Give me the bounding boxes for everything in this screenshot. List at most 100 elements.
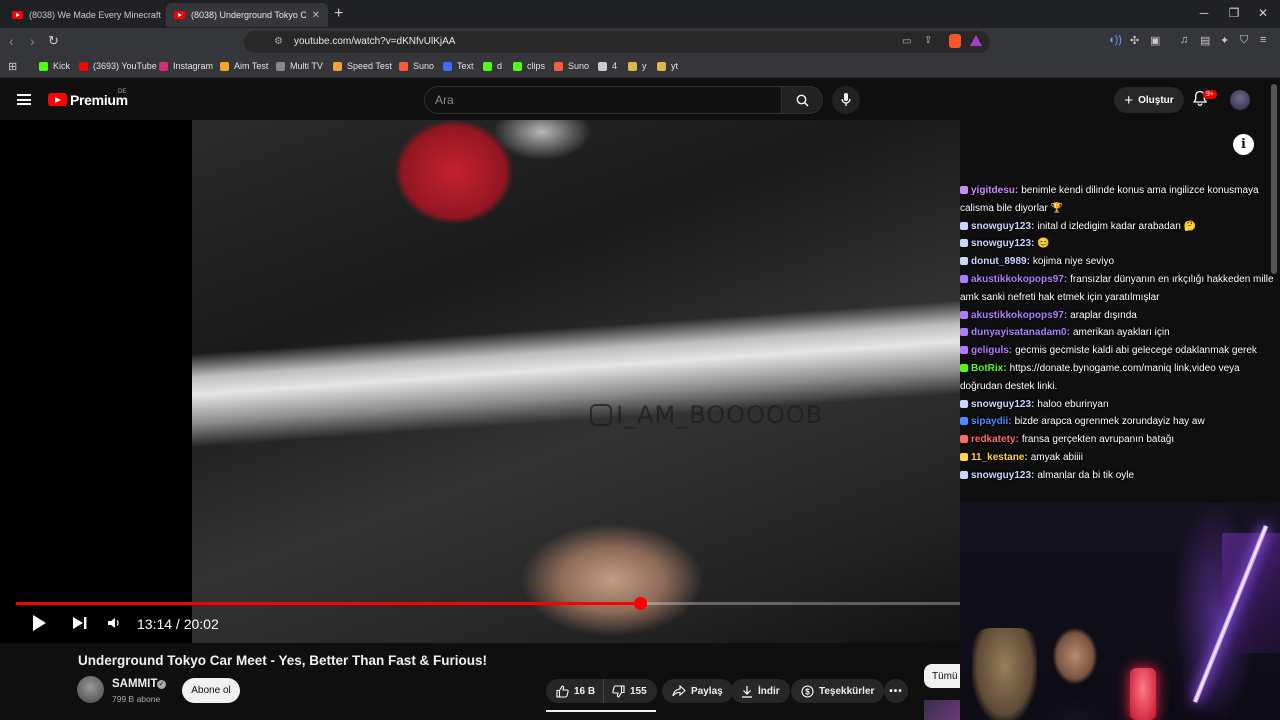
media-icon[interactable]: ♫ [1180,34,1188,46]
audio-extension-icon[interactable]: ◖)) [1108,34,1122,46]
chat-text: calisma bile diyorlar 🏆 [960,202,1064,214]
share-label: Paylaş [691,685,723,697]
bookmark-instagram[interactable]: Instagram [159,61,213,71]
chat-message: snowguy123: almanlar da bi tik oyle [960,467,1280,485]
bookmark-kick[interactable]: Kick [39,61,70,71]
like-count: 16 B [574,685,596,697]
forward-icon[interactable]: › [30,33,35,49]
hamburger-menu-icon[interactable] [17,94,31,105]
chat-text: benimle kendi dilinde konus ama ingilizc… [1021,185,1259,196]
chat-username: akustikkokopops97: [971,273,1068,285]
reload-icon[interactable]: ↻ [48,33,59,49]
progress-played [16,602,640,605]
chat-message: sipaydii: bizde arapca ogrenmek zorundayi… [960,413,1280,431]
chat-message: dunyayisatanadam0: amerikan ayakları için [960,324,1280,342]
play-icon[interactable] [31,614,47,632]
notification-badge: 9+ [1203,90,1217,99]
recommended-thumbnail[interactable] [924,700,960,720]
site-info-icon[interactable]: ⚙ [274,36,283,47]
chat-message: snowguy123: 😊 [960,235,1280,253]
next-icon[interactable] [72,616,88,630]
minimize-icon[interactable]: ─ [1197,6,1211,20]
chat-username: akustikkokopops97: [971,309,1068,321]
new-tab-icon[interactable]: + [334,5,343,23]
extensions-icon[interactable]: ✣ [1130,34,1139,47]
thanks-button[interactable]: $ Teşekkürler [791,679,885,703]
channel-name[interactable]: SAMMIT [112,678,157,690]
channel-avatar[interactable] [77,676,104,703]
bookmark-aim-test[interactable]: Aim Test [220,61,268,71]
chat-badge-icon [960,186,968,194]
streamer [1020,618,1130,720]
info-card-icon[interactable]: i [1233,134,1254,155]
vpn-icon[interactable]: ⛉ [1240,34,1248,47]
cast-icon[interactable]: ▭ [902,36,911,47]
chat-text: araplar dışında [1070,309,1137,321]
brave-rewards-icon[interactable] [970,35,982,46]
voice-search-button[interactable] [832,86,860,114]
bookmark-suno[interactable]: Suno [399,61,434,71]
chat-message: calisma bile diyorlar 🏆 [960,200,1280,218]
volume-icon[interactable] [107,616,121,630]
back-icon[interactable]: ‹ [9,33,14,49]
lamp [1130,668,1156,720]
chat-badge-icon [960,239,968,248]
browser-tab-strip: (8038) We Made Every Minecraft Sw (8038)… [0,0,1280,28]
progress-scrubber-handle[interactable] [634,597,647,610]
bookmark-label: 4 [612,61,618,71]
instagram-icon [159,61,168,71]
search-input[interactable] [425,87,781,113]
youtube-favicon-icon [174,11,185,19]
streamer-webcam [960,503,1280,720]
bookmark-speed-test[interactable]: Speed Test [333,61,392,71]
bookmark-label: yt [671,61,679,71]
filter-chip-all[interactable]: Tümü [924,664,960,688]
wallet-icon[interactable]: ▤ [1200,34,1210,47]
video-frame[interactable]: I_AM_BOOOOOB [192,120,960,643]
chat-badge-icon [960,274,968,283]
speed-test-icon [333,61,342,71]
youtube-logo-icon[interactable] [48,93,67,106]
browser-tab-minecraft[interactable]: (8038) We Made Every Minecraft Sw [4,3,162,27]
download-button[interactable]: İndir [731,679,790,703]
sidebar-icon[interactable]: ▣ [1150,34,1160,47]
menu-icon[interactable]: ≡ [1260,34,1266,46]
video-player[interactable]: I_AM_BOOOOOB [0,120,960,643]
bookmark-text[interactable]: Text [443,61,474,71]
like-button[interactable]: 16 B [546,679,604,703]
address-bar[interactable]: ⚙ youtube.com/watch?v=dKNfvUlKjAA ▭ ⇪ [244,31,990,53]
chat-message: amk sanki nefreti hak etmek için yaratıl… [960,289,1280,307]
more-actions-button[interactable]: ••• [884,679,908,703]
instagram-icon [590,404,612,426]
chat-text: https://donate.bynogame.com/maniq link,v… [1009,362,1240,374]
bookmark-folder-yt[interactable]: yt [657,61,678,71]
bookmark-folder-y[interactable]: y [628,61,647,71]
chat-text: almanlar da bi tik oyle [1037,469,1135,481]
bookmark-multi-tv[interactable]: Multi TV [276,61,323,71]
share-button[interactable]: Paylaş [662,679,733,703]
close-tab-icon[interactable]: ✕ [306,10,320,21]
microphone-icon [841,93,851,106]
bookmark-clips[interactable]: clips [513,61,545,71]
browser-tab-tokyo[interactable]: (8038) Underground Tokyo Car M ✕ [166,3,328,27]
dislike-button[interactable]: 155 [603,679,657,703]
apps-grid-icon[interactable]: ⊞ [8,60,17,73]
chat-text: amerikan ayakları için [1072,327,1170,339]
share-page-icon[interactable]: ⇪ [924,35,932,46]
chat-message: akustikkokopops97: fransızlar dünyanın en… [960,271,1280,289]
maximize-icon[interactable]: ❐ [1227,6,1241,20]
kick-icon [483,61,492,71]
search-button[interactable] [781,86,823,114]
bookmark-d[interactable]: d [483,61,502,71]
bookmark-4[interactable]: 4 [598,61,617,71]
brave-shield-icon[interactable] [949,34,961,48]
bookmark-youtube[interactable]: (3693) YouTube [79,61,157,71]
ai-icon[interactable]: ✦ [1220,34,1229,47]
subscribe-button[interactable]: Abone ol [182,678,240,703]
account-avatar[interactable] [1230,90,1250,110]
bookmark-suno-2[interactable]: Suno [554,61,589,71]
share-icon [672,685,686,697]
close-window-icon[interactable]: ✕ [1256,6,1270,20]
create-button[interactable]: + Oluştur [1114,87,1184,113]
folder-icon [657,61,666,71]
